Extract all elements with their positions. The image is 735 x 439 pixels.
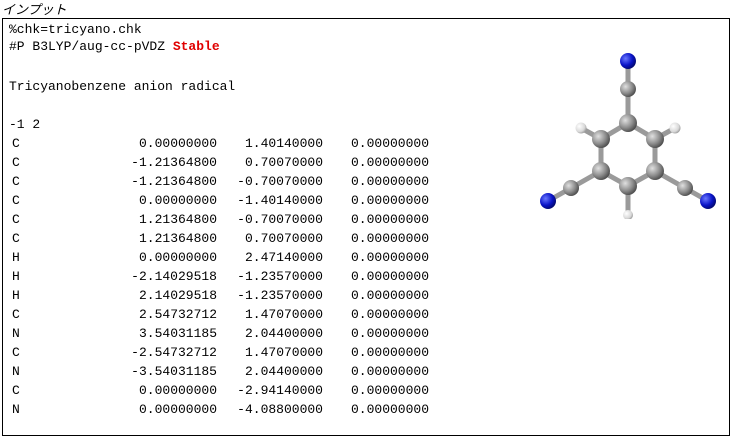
atom-symbol: H: [12, 250, 20, 265]
z-coordinate: 0.00000000: [350, 288, 429, 303]
charge-multiplicity-line: -1 2: [9, 117, 41, 132]
route-keyword: Stable: [172, 39, 220, 54]
y-coordinate: 1.47070000: [244, 345, 323, 360]
carbon-atom: [619, 177, 637, 195]
carbon-atom: [592, 130, 610, 148]
x-coordinate: 3.54031185: [138, 326, 217, 341]
carbon-atom: [619, 114, 637, 132]
atom-symbol: C: [12, 136, 20, 151]
y-coordinate: 1.47070000: [244, 307, 323, 322]
y-coordinate: -4.08800000: [237, 402, 323, 417]
y-coordinate: -0.70070000: [237, 212, 323, 227]
y-coordinate: 2.04400000: [244, 326, 323, 341]
x-coordinate: 0.00000000: [138, 136, 217, 151]
atom-symbol: N: [12, 326, 20, 341]
y-coordinate: 2.04400000: [244, 364, 323, 379]
atom-symbol: C: [12, 383, 20, 398]
atom-symbol: C: [12, 231, 20, 246]
section-caption: インプット: [2, 3, 67, 18]
atom-symbol: C: [12, 345, 20, 360]
atom-row: C 0.00000000 1.40140000 0.00000000: [9, 134, 439, 153]
atom-symbol: C: [12, 212, 20, 227]
atom-row: C 1.21364800 -0.70070000 0.00000000: [9, 210, 439, 229]
y-coordinate: -1.40140000: [237, 193, 323, 208]
carbon-atom: [646, 130, 664, 148]
x-coordinate: 0.00000000: [138, 383, 217, 398]
z-coordinate: 0.00000000: [350, 307, 429, 322]
y-coordinate: -1.23570000: [237, 269, 323, 284]
y-coordinate: 0.70070000: [244, 231, 323, 246]
atom-row: N 0.00000000 -4.08800000 0.00000000: [9, 400, 439, 419]
z-coordinate: 0.00000000: [350, 345, 429, 360]
atom-row: H 2.14029518 -1.23570000 0.00000000: [9, 286, 439, 305]
z-coordinate: 0.00000000: [350, 212, 429, 227]
molecule-image: [540, 53, 716, 219]
z-coordinate: 0.00000000: [350, 326, 429, 341]
z-coordinate: 0.00000000: [350, 136, 429, 151]
y-coordinate: -2.94140000: [237, 383, 323, 398]
x-coordinate: 1.21364800: [138, 231, 217, 246]
x-coordinate: 1.21364800: [138, 212, 217, 227]
atom-row: H 0.00000000 2.47140000 0.00000000: [9, 248, 439, 267]
input-file-box: %chk=tricyano.chk #P B3LYP/aug-cc-pVDZ S…: [2, 18, 730, 436]
z-coordinate: 0.00000000: [350, 402, 429, 417]
atom-row: C 2.54732712 1.47070000 0.00000000: [9, 305, 439, 324]
atom-row: C -1.21364800 0.70070000 0.00000000: [9, 153, 439, 172]
nitrogen-atom: [700, 193, 716, 209]
z-coordinate: 0.00000000: [350, 364, 429, 379]
atom-row: N 3.54031185 2.04400000 0.00000000: [9, 324, 439, 343]
atom-row: C -2.54732712 1.47070000 0.00000000: [9, 343, 439, 362]
hydrogen-atom: [575, 122, 587, 134]
carbon-atom: [592, 162, 610, 180]
carbon-atom: [620, 81, 636, 97]
atom-symbol: C: [12, 174, 20, 189]
x-coordinate: 0.00000000: [138, 250, 217, 265]
z-coordinate: 0.00000000: [350, 155, 429, 170]
atom-symbol: C: [12, 307, 20, 322]
atom-symbol: C: [12, 193, 20, 208]
y-coordinate: -1.23570000: [237, 288, 323, 303]
x-coordinate: 0.00000000: [138, 402, 217, 417]
title-line: Tricyanobenzene anion radical: [9, 79, 236, 94]
x-coordinate: 0.00000000: [138, 193, 217, 208]
z-coordinate: 0.00000000: [350, 250, 429, 265]
atom-symbol: N: [12, 402, 20, 417]
atom-row: C -1.21364800 -0.70070000 0.00000000: [9, 172, 439, 191]
hydrogen-atom: [623, 210, 633, 219]
atom-symbol: H: [12, 269, 20, 284]
y-coordinate: 0.70070000: [244, 155, 323, 170]
hydrogen-atom: [669, 122, 681, 134]
carbon-atom: [563, 180, 579, 196]
atom-row: C 1.21364800 0.70070000 0.00000000: [9, 229, 439, 248]
nitrogen-atom: [540, 193, 556, 209]
x-coordinate: 2.54732712: [138, 307, 217, 322]
x-coordinate: -1.21364800: [131, 174, 217, 189]
z-coordinate: 0.00000000: [350, 383, 429, 398]
atom-row: N -3.54031185 2.04400000 0.00000000: [9, 362, 439, 381]
z-coordinate: 0.00000000: [350, 193, 429, 208]
x-coordinate: -2.54732712: [131, 345, 217, 360]
x-coordinate: -2.14029518: [131, 269, 217, 284]
z-coordinate: 0.00000000: [350, 269, 429, 284]
z-coordinate: 0.00000000: [350, 231, 429, 246]
y-coordinate: 2.47140000: [244, 250, 323, 265]
route-line: #P B3LYP/aug-cc-pVDZ Stable: [9, 37, 220, 56]
nitrogen-atom: [620, 53, 636, 69]
carbon-atom: [677, 180, 693, 196]
atom-row: C 0.00000000 -2.94140000 0.00000000: [9, 381, 439, 400]
route-prefix: #P B3LYP/aug-cc-pVDZ: [9, 39, 173, 54]
atom-symbol: H: [12, 288, 20, 303]
carbon-atom: [646, 162, 664, 180]
z-coordinate: 0.00000000: [350, 174, 429, 189]
x-coordinate: -3.54031185: [131, 364, 217, 379]
y-coordinate: 1.40140000: [244, 136, 323, 151]
x-coordinate: 2.14029518: [138, 288, 217, 303]
atom-row: C 0.00000000 -1.40140000 0.00000000: [9, 191, 439, 210]
atom-row: H -2.14029518 -1.23570000 0.00000000: [9, 267, 439, 286]
y-coordinate: -0.70070000: [237, 174, 323, 189]
atom-symbol: N: [12, 364, 20, 379]
atom-symbol: C: [12, 155, 20, 170]
x-coordinate: -1.21364800: [131, 155, 217, 170]
